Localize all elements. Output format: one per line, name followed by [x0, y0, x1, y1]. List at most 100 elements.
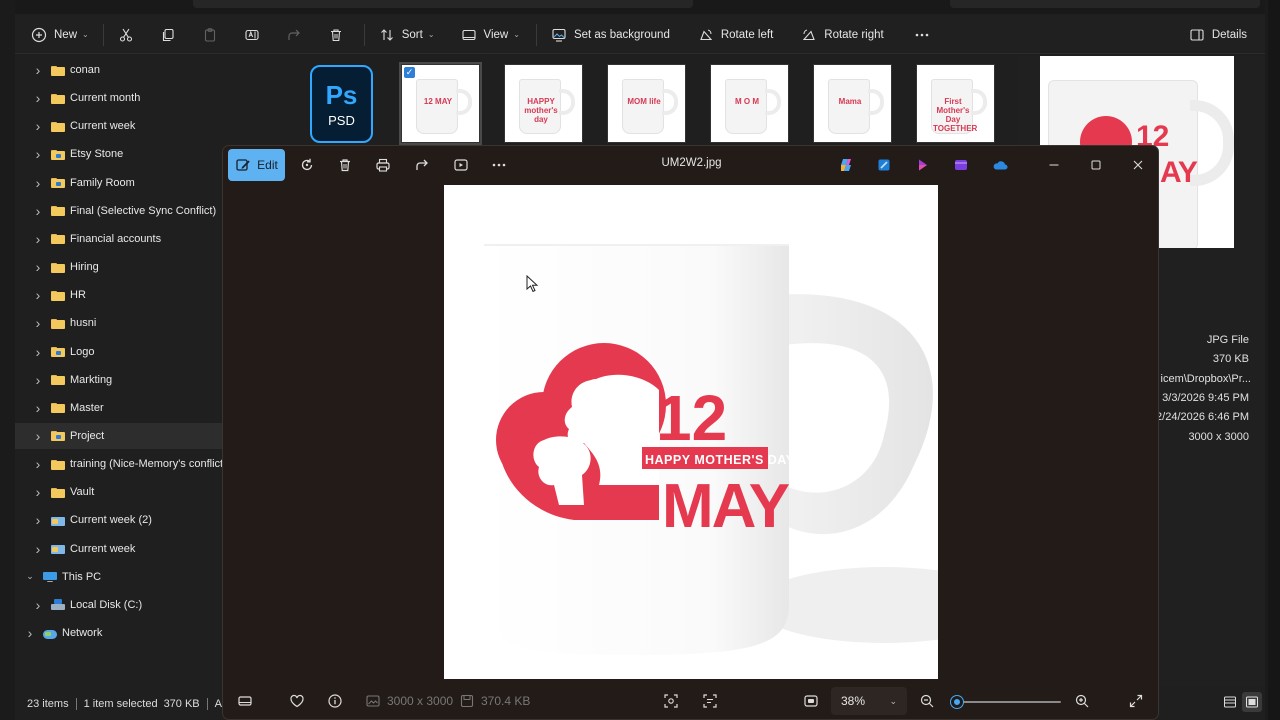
zoom-out-button[interactable] — [919, 693, 935, 709]
image-file-thumbnail[interactable]: 12 MAY ✓ — [399, 62, 482, 145]
chevron-right-icon[interactable]: › — [33, 597, 43, 613]
image-file-thumbnail[interactable]: M O M — [710, 64, 789, 143]
clipchamp-button[interactable] — [909, 152, 937, 178]
folder-icon — [51, 459, 65, 470]
close-button[interactable] — [1124, 152, 1152, 178]
image-file-thumbnail[interactable]: First Mother's Day TOGETHER — [916, 64, 995, 143]
visual-search-button[interactable] — [663, 693, 679, 709]
paste-button[interactable] — [194, 20, 226, 50]
chevron-right-icon[interactable]: › — [33, 428, 43, 444]
chevron-right-icon[interactable]: › — [33, 203, 43, 219]
chevron-right-icon[interactable]: › — [33, 287, 43, 303]
nav-item-label: husni — [70, 317, 97, 330]
chevron-right-icon[interactable]: › — [25, 625, 35, 641]
details-view-button[interactable] — [1220, 692, 1240, 712]
actual-size-button[interactable] — [803, 693, 819, 709]
detail-modified: 3/3/2026 9:45 PM — [1162, 392, 1249, 404]
image-file-size-text: 370.4 KB — [481, 694, 531, 708]
rename-button[interactable] — [236, 20, 268, 50]
details-pane-button[interactable]: Details — [1181, 20, 1255, 50]
chevron-right-icon[interactable]: › — [33, 259, 43, 275]
delete-button[interactable] — [320, 20, 352, 50]
chevron-right-icon[interactable]: › — [33, 231, 43, 247]
viewer-toolbar: Edit UM2W2.jpg — [223, 146, 1158, 184]
chevron-down-icon: ⌄ — [513, 30, 520, 39]
ocr-text-button[interactable] — [702, 693, 718, 709]
psd-file-thumbnail[interactable]: Ps PSD — [310, 65, 373, 143]
rotate-button[interactable] — [293, 152, 321, 178]
chevron-right-icon[interactable]: › — [33, 175, 43, 191]
chevron-right-icon[interactable]: › — [33, 118, 43, 134]
nav-item[interactable]: › Current week — [15, 113, 267, 139]
status-divider — [206, 698, 208, 710]
nav-item[interactable]: › Current month — [15, 85, 267, 111]
viewer-share-button[interactable] — [408, 152, 436, 178]
nav-item-label: Final (Selective Sync Conflict) — [70, 204, 217, 217]
view-button-label: View — [483, 28, 509, 41]
mug-photo: 12 HAPPY MOTHER'S DAY MAY — [444, 185, 938, 679]
zoom-level-dropdown[interactable]: 38% ⌄ — [831, 687, 907, 715]
favorite-button[interactable] — [289, 693, 305, 709]
toolbar-divider — [102, 23, 104, 46]
sort-button[interactable]: Sort ⌄ — [371, 20, 443, 50]
photo-number-text: 12 — [656, 382, 727, 454]
rotate-right-button[interactable]: Rotate right — [793, 20, 891, 50]
zoom-in-button[interactable] — [1074, 693, 1090, 709]
video-editor-icon — [955, 160, 967, 170]
folder-icon — [51, 262, 65, 273]
outer-scrollbar[interactable] — [1268, 0, 1280, 720]
clipchamp-icon — [919, 159, 927, 171]
view-button[interactable]: View ⌄ — [453, 20, 528, 50]
maximize-button[interactable] — [1082, 152, 1110, 178]
onedrive-button[interactable] — [986, 152, 1014, 178]
slideshow-button[interactable] — [447, 152, 475, 178]
selection-checkbox[interactable]: ✓ — [404, 67, 415, 78]
chevron-right-icon[interactable]: › — [33, 146, 43, 162]
slideshow-icon — [454, 159, 468, 171]
chevron-right-icon[interactable]: › — [33, 456, 43, 472]
image-file-thumbnail[interactable]: MOM life — [607, 64, 686, 143]
chevron-right-icon[interactable]: › — [33, 315, 43, 331]
chevron-right-icon[interactable]: › — [33, 512, 43, 528]
chevron-right-icon[interactable]: › — [33, 400, 43, 416]
file-info-button[interactable] — [327, 693, 343, 709]
chevron-right-icon[interactable]: › — [33, 372, 43, 388]
folder-icon — [51, 318, 65, 329]
image-file-thumbnail[interactable]: HAPPY mother's day — [504, 64, 583, 143]
chevron-right-icon[interactable]: › — [33, 344, 43, 360]
chevron-right-icon[interactable]: › — [33, 62, 43, 78]
close-icon — [1133, 160, 1143, 170]
chevron-right-icon[interactable]: › — [33, 484, 43, 500]
photo-canvas[interactable]: 12 HAPPY MOTHER'S DAY MAY — [444, 185, 938, 679]
zoom-slider[interactable] — [950, 696, 1061, 708]
fullscreen-button[interactable] — [1128, 693, 1144, 709]
chevron-right-icon[interactable]: › — [33, 541, 43, 557]
chevron-down-icon[interactable]: ⌄ — [25, 571, 35, 582]
new-button[interactable]: New ⌄ — [23, 20, 97, 50]
print-button[interactable] — [369, 152, 397, 178]
toolbar-divider — [363, 23, 365, 46]
cut-button[interactable] — [110, 20, 142, 50]
thumb-design-text: First Mother's Day TOGETHER — [933, 97, 978, 133]
copilot-button[interactable] — [832, 152, 860, 178]
filmstrip-button[interactable] — [237, 693, 253, 709]
nav-item[interactable]: › conan — [15, 57, 267, 83]
thumbnail-view-button[interactable] — [1242, 692, 1262, 712]
minimize-button[interactable] — [1040, 152, 1068, 178]
designer-button[interactable] — [870, 152, 898, 178]
chevron-right-icon[interactable]: › — [33, 90, 43, 106]
set-as-background-button[interactable]: Set as background — [543, 20, 678, 50]
edit-button[interactable]: Edit — [228, 149, 285, 181]
rotate-left-button[interactable]: Rotate left — [690, 20, 781, 50]
viewer-more-button[interactable] — [485, 152, 513, 178]
viewer-delete-button[interactable] — [331, 152, 359, 178]
clipchamp-video-button[interactable] — [947, 152, 975, 178]
copy-button[interactable] — [152, 20, 184, 50]
share-button[interactable] — [278, 20, 310, 50]
image-file-size: 370.4 KB — [459, 693, 530, 709]
zoom-slider-thumb[interactable] — [950, 696, 963, 708]
rotate-right-label: Rotate right — [824, 28, 884, 41]
image-file-thumbnail[interactable]: Mama — [813, 64, 892, 143]
more-options-button[interactable] — [906, 20, 938, 50]
status-trailing: A — [214, 698, 222, 710]
